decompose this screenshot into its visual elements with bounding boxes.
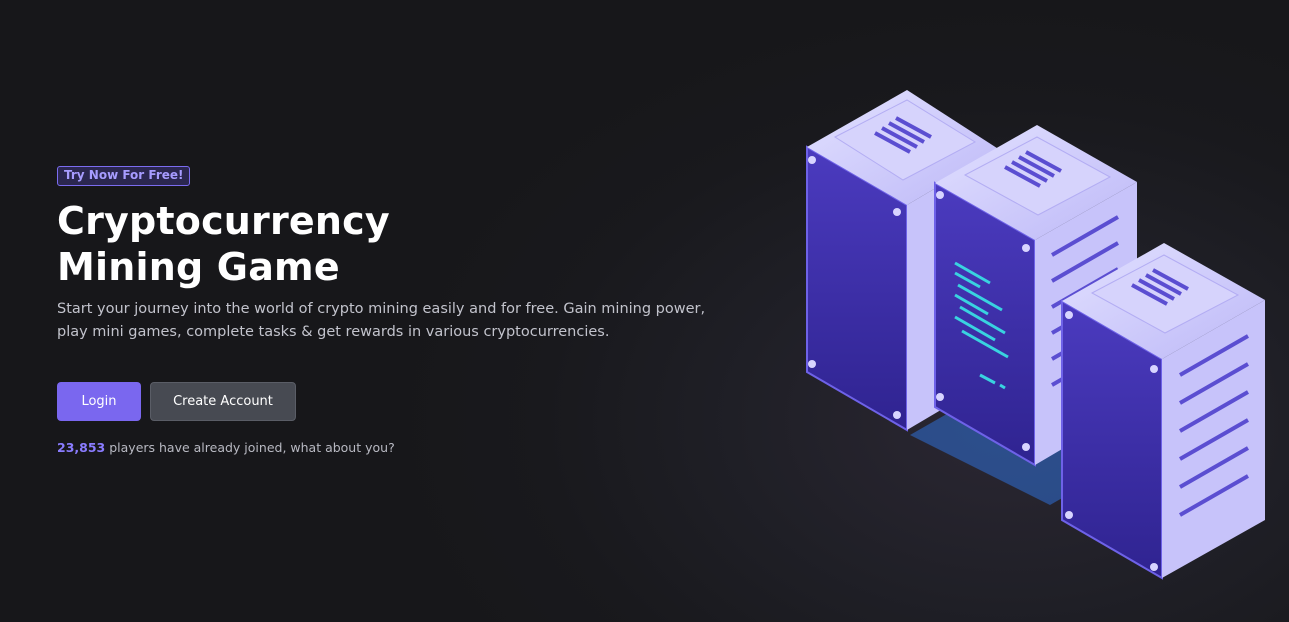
server-racks-illustration	[806, 90, 1265, 580]
server-rack-front	[1061, 243, 1265, 580]
description-line-1: Start your journey into the world of cry…	[57, 301, 706, 317]
hero-buttons: Login Create Account	[57, 382, 296, 421]
free-trial-badge: Try Now For Free!	[57, 166, 191, 186]
players-joined-text: 23,853 players have already joined, what…	[57, 440, 395, 455]
hero-section: Try Now For Free! Cryptocurrency Mining …	[57, 164, 737, 455]
title-line-2: Mining Game	[57, 245, 340, 289]
hero-description: Start your journey into the world of cry…	[57, 298, 717, 344]
page-title: Cryptocurrency Mining Game	[57, 198, 737, 290]
login-button[interactable]: Login	[57, 382, 141, 421]
create-account-button[interactable]: Create Account	[150, 382, 296, 421]
players-joined-label: players have already joined, what about …	[105, 440, 395, 455]
title-line-1: Cryptocurrency	[57, 199, 390, 243]
players-count: 23,853	[57, 440, 106, 455]
description-line-2: play mini games, complete tasks & get re…	[57, 324, 610, 340]
